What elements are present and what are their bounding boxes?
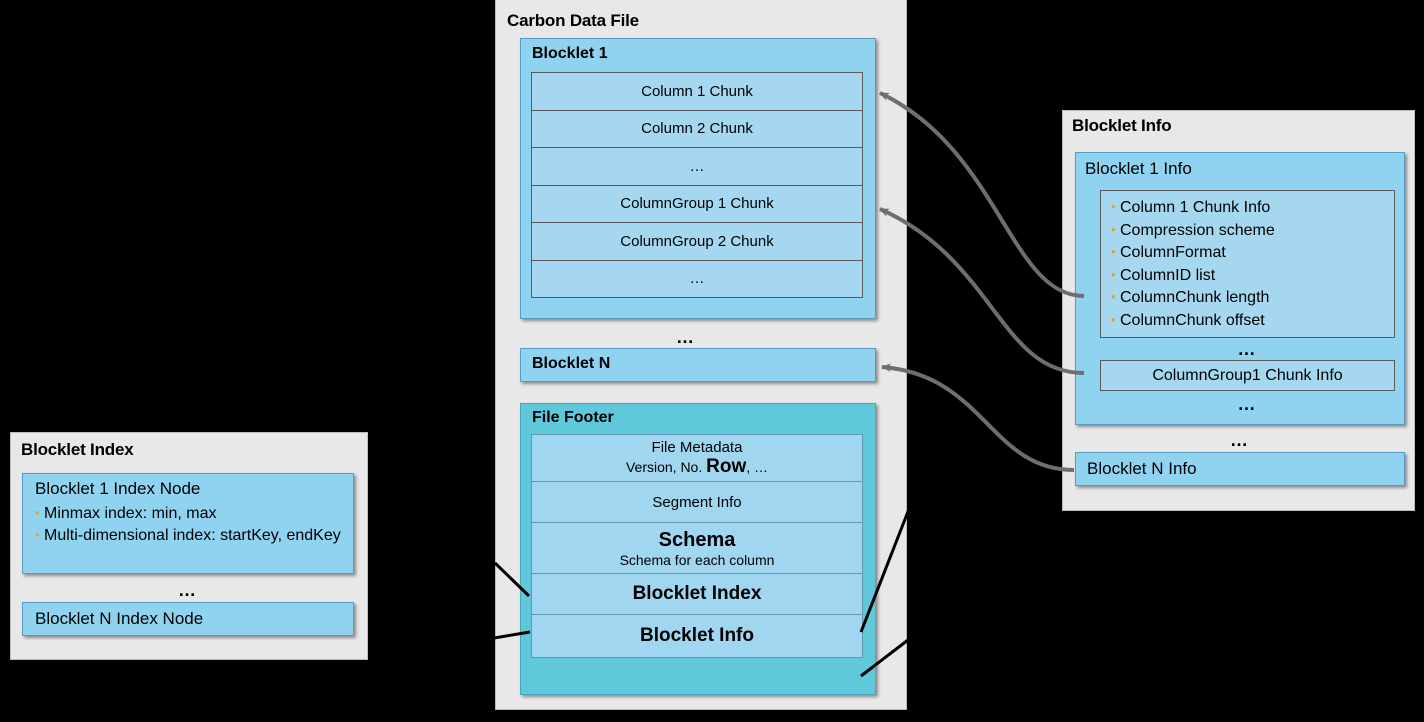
- footer-row-blocklet-index[interactable]: Blocklet Index: [531, 573, 863, 615]
- chunk-info-bullets-box[interactable]: Column 1 Chunk Info Compression scheme C…: [1100, 190, 1395, 338]
- footer-row-primary: Blocklet Index: [632, 583, 762, 604]
- chunk-row[interactable]: ColumnGroup 2 Chunk: [531, 222, 863, 261]
- footer-row-secondary: Schema for each column: [619, 551, 775, 568]
- file-footer-box[interactable]: File Footer File Metadata Version, No. R…: [520, 403, 876, 695]
- chunk-row[interactable]: Column 2 Chunk: [531, 109, 863, 148]
- footer-row-schema[interactable]: Schema Schema for each column: [531, 522, 863, 574]
- blocklet-index-title: Blocklet Index: [21, 440, 134, 459]
- blocklet-1-info-title: Blocklet 1 Info: [1085, 159, 1192, 178]
- blocklet-info-list-ellipsis: …: [1230, 430, 1250, 450]
- blocklet-n-title: Blocklet N: [532, 355, 611, 372]
- footer-row-primary: Schema: [658, 528, 736, 551]
- chunk-info-ellipsis: …: [1237, 339, 1258, 359]
- arrow-column1-chunk-info: [879, 91, 1085, 298]
- blocklet-n-index-node-label: Blocklet N Index Node: [35, 609, 204, 628]
- blocklet-n-info-label: Blocklet N Info: [1087, 459, 1197, 478]
- blocklet-info-title: Blocklet Info: [1072, 116, 1172, 135]
- bullet-item: ColumnFormat: [1111, 241, 1394, 265]
- blocklet-1-title: Blocklet 1: [532, 45, 608, 62]
- chunk-info-bullet-list: Column 1 Chunk Info Compression scheme C…: [1111, 196, 1394, 333]
- carbon-data-file-title: Carbon Data File: [507, 11, 639, 30]
- chunk-row[interactable]: ColumnGroup 1 Chunk: [531, 184, 863, 223]
- bullet-item: Column 1 Chunk Info: [1111, 196, 1394, 220]
- footer-row-file-metadata[interactable]: File Metadata Version, No. Row, …: [531, 434, 863, 482]
- file-footer-title: File Footer: [532, 409, 614, 426]
- chunk-row-ellipsis[interactable]: …: [531, 259, 863, 298]
- blocklet-1-index-node-box[interactable]: Blocklet 1 Index Node Minmax index: min,…: [22, 473, 354, 574]
- bullet-item: Compression scheme: [1111, 219, 1394, 243]
- bullet-item: Multi-dimensional index: startKey, endKe…: [35, 524, 343, 547]
- footer-row-primary: Blocklet Info: [639, 625, 754, 646]
- blocklet-1-index-node-title: Blocklet 1 Index Node: [35, 479, 201, 498]
- blocklet-1-box[interactable]: Blocklet 1 Column 1 Chunk Column 2 Chunk…: [520, 38, 876, 319]
- blocklet-info-panel: Blocklet Info Blocklet 1 Info Column 1 C…: [1062, 110, 1415, 511]
- blocklet-1-info-box[interactable]: Blocklet 1 Info Column 1 Chunk Info Comp…: [1075, 152, 1405, 425]
- blocklet-list-ellipsis: …: [676, 327, 696, 347]
- arrow-columngroup1-chunk-info: [879, 207, 1085, 375]
- footer-row-primary: File Metadata: [651, 438, 743, 456]
- columngroup-ellipsis: …: [1237, 394, 1258, 414]
- chunk-row-ellipsis[interactable]: …: [531, 147, 863, 186]
- index-node-list-ellipsis: …: [178, 580, 198, 600]
- bullet-item: Minmax index: min, max: [35, 502, 343, 525]
- blocklet-index-panel: Blocklet Index Blocklet 1 Index Node Min…: [10, 432, 368, 660]
- carbon-data-file-panel: Carbon Data File Blocklet 1 Column 1 Chu…: [495, 0, 907, 710]
- bullet-item: ColumnChunk offset: [1111, 309, 1394, 333]
- blocklet-n-info-box[interactable]: Blocklet N Info: [1075, 452, 1405, 486]
- footer-row-blocklet-info[interactable]: Blocklet Info: [531, 614, 863, 658]
- blocklet-n-index-node-box[interactable]: Blocklet N Index Node: [22, 602, 354, 636]
- footer-row-secondary: Version, No. Row, …: [625, 455, 769, 477]
- bullet-item: ColumnID list: [1111, 264, 1394, 288]
- footer-row-primary: Segment Info: [652, 493, 742, 511]
- chunk-row[interactable]: Column 1 Chunk: [531, 72, 863, 111]
- bullet-item: ColumnChunk length: [1111, 286, 1394, 310]
- arrow-blocklet-n-info: [881, 363, 1075, 472]
- blocklet-n-box[interactable]: Blocklet N: [520, 348, 876, 382]
- footer-row-segment-info[interactable]: Segment Info: [531, 481, 863, 523]
- index-node-bullet-list: Minmax index: min, max Multi-dimensional…: [35, 502, 343, 547]
- columngroup-chunk-info-box[interactable]: ColumnGroup1 Chunk Info: [1100, 360, 1395, 391]
- columngroup-chunk-info-label: ColumnGroup1 Chunk Info: [1152, 366, 1343, 384]
- blocklet-1-chunk-list: Column 1 Chunk Column 2 Chunk … ColumnGr…: [531, 72, 863, 303]
- file-footer-rows: File Metadata Version, No. Row, … Segmen…: [531, 434, 863, 658]
